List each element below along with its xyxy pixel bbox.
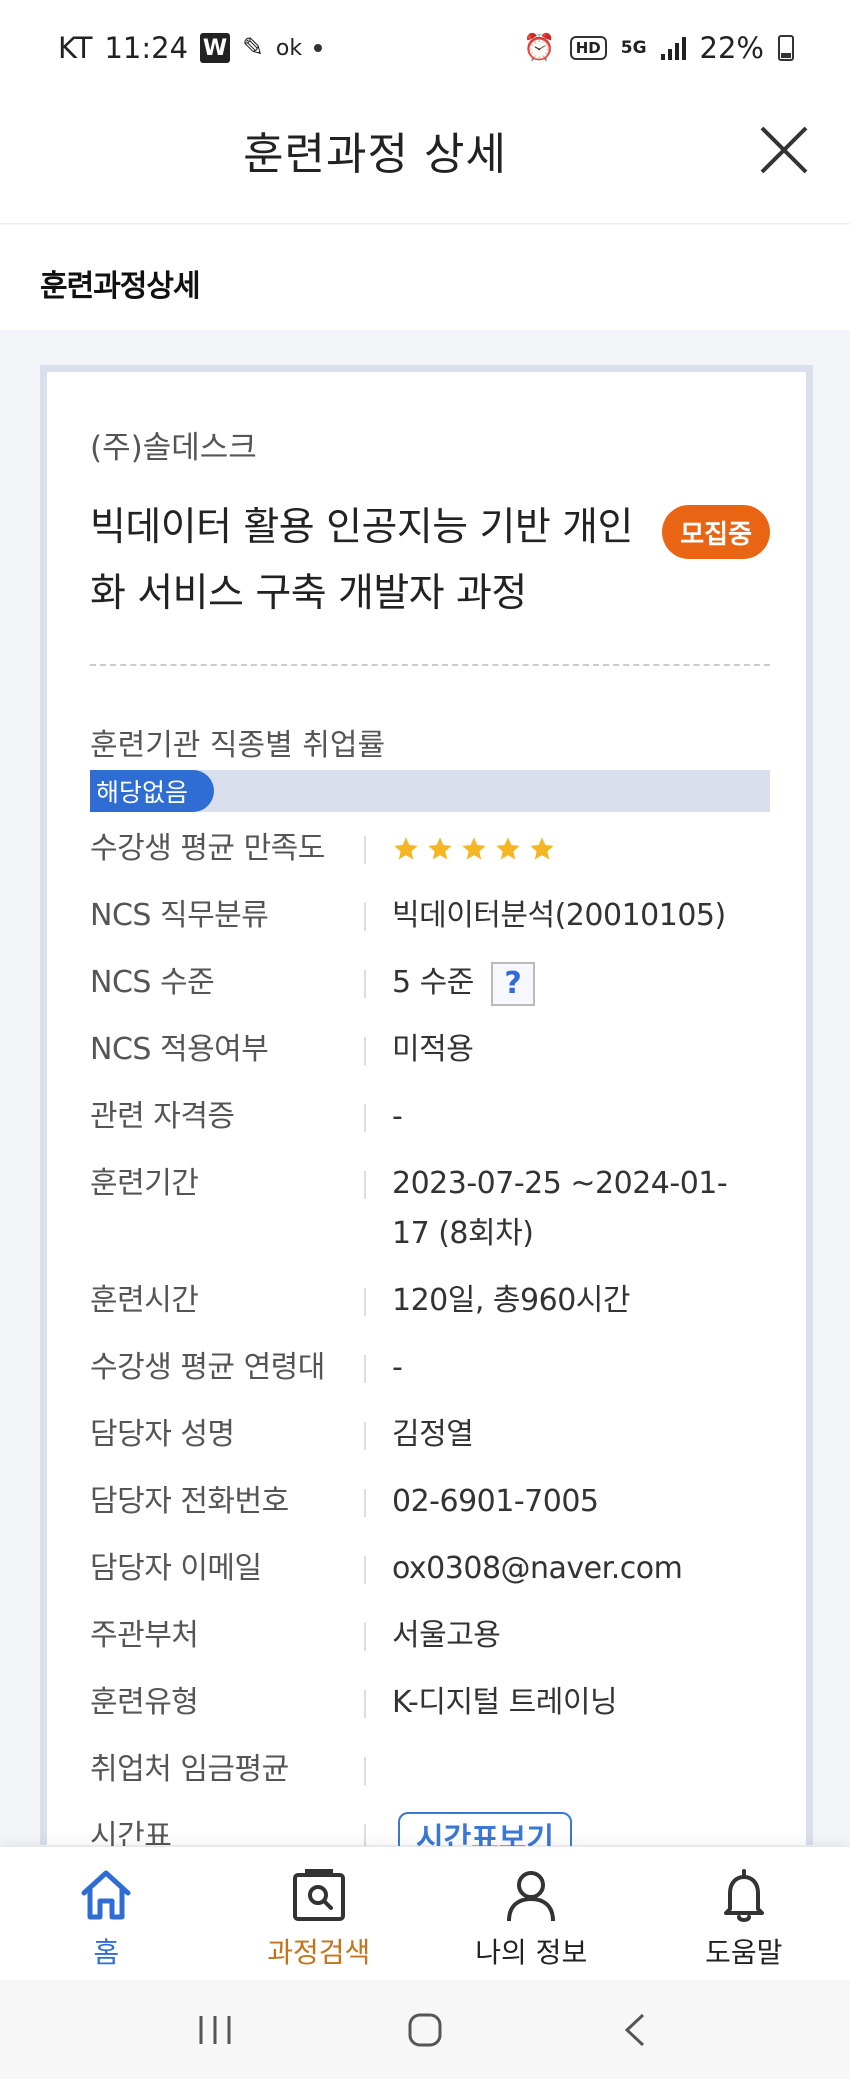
employment-rate-value: 해당없음 bbox=[90, 770, 215, 812]
page-title: 훈련과정 상세 bbox=[243, 129, 507, 180]
hd-icon: HD bbox=[569, 36, 607, 60]
carrier-text: KT bbox=[58, 31, 93, 65]
home-icon bbox=[81, 1870, 131, 1920]
phone-link[interactable]: 02-6901-7005 bbox=[360, 1477, 599, 1527]
employment-rate-bar: 해당없음 bbox=[90, 770, 770, 812]
back-icon bbox=[624, 2013, 645, 2046]
nav-profile-label: 나의 정보 bbox=[475, 1936, 588, 1969]
network-icon: 5G bbox=[620, 38, 647, 58]
divider bbox=[90, 664, 770, 666]
nav-search-label: 과정검색 bbox=[267, 1936, 371, 1969]
nav-home-label: 홈 bbox=[93, 1936, 120, 1969]
star-icon bbox=[530, 837, 554, 860]
signal-icon bbox=[660, 36, 686, 60]
ncs-level-value: 5 수준 bbox=[392, 965, 474, 1000]
help-button[interactable]: ? bbox=[490, 961, 535, 1006]
clock-text: 11:24 bbox=[104, 31, 189, 65]
star-icon bbox=[394, 837, 418, 860]
nav-course-search[interactable]: 과정검색 bbox=[213, 1847, 426, 1980]
info-row-email: 담당자 이메일 ox0308@naver.com bbox=[90, 1544, 770, 1594]
alarm-icon: ⏰ bbox=[523, 33, 556, 63]
info-row-wage: 취업처 임금평균 bbox=[90, 1745, 770, 1795]
course-search-icon bbox=[292, 1869, 345, 1921]
info-row-certificate: 관련 자격증 - bbox=[90, 1092, 770, 1142]
home-system-button[interactable] bbox=[395, 2000, 455, 2060]
battery-icon bbox=[778, 35, 794, 61]
nav-home[interactable]: 홈 bbox=[0, 1847, 213, 1980]
section-title: 훈련과정상세 bbox=[40, 269, 201, 304]
rating-stars bbox=[360, 824, 556, 874]
battery-text: 22% bbox=[699, 31, 764, 65]
section-header: 훈련과정상세 bbox=[0, 225, 850, 330]
status-bar: KT 11:24 W ✎ ok ⏰ HD 5G 22% bbox=[0, 0, 850, 92]
employment-rate-label: 훈련기관 직종별 취업률 bbox=[90, 728, 386, 763]
info-row-type: 훈련유형 K-디지털 트레이닝 bbox=[90, 1678, 770, 1728]
ok-text: ok bbox=[275, 35, 303, 61]
nav-my-info[interactable]: 나의 정보 bbox=[425, 1847, 638, 1980]
info-row-ncs-applied: NCS 적용여부 미적용 bbox=[90, 1025, 770, 1075]
recent-apps-icon bbox=[199, 2015, 231, 2044]
star-icon bbox=[462, 837, 486, 860]
back-button[interactable] bbox=[605, 2000, 665, 2060]
course-card: (주)솔데스크 빅데이터 활용 인공지능 기반 개인화 서비스 구축 개발자 과… bbox=[40, 365, 813, 1868]
info-row-ncs-level: NCS 수준 5 수준 ? bbox=[90, 958, 770, 1008]
info-row-manager: 담당자 성명 김정열 bbox=[90, 1410, 770, 1460]
info-row-ncs-class: NCS 직무분류 빅데이터분석(20010105) bbox=[90, 891, 770, 941]
email-link[interactable]: ox0308@naver.com bbox=[360, 1544, 683, 1594]
bottom-navigation: 홈 과정검색 나의 정보 도움말 bbox=[0, 1846, 850, 1980]
close-button[interactable] bbox=[746, 112, 822, 188]
nav-help[interactable]: 도움말 bbox=[638, 1847, 850, 1980]
notification-dot-icon bbox=[314, 44, 323, 52]
info-row-phone: 담당자 전화번호 02-6901-7005 bbox=[90, 1477, 770, 1527]
course-title: 빅데이터 활용 인공지능 기반 개인화 서비스 구축 개발자 과정 bbox=[90, 505, 633, 616]
person-icon bbox=[507, 1871, 556, 1922]
recruiting-badge: 모집중 bbox=[662, 505, 770, 559]
course-info-list: 수강생 평균 만족도 NCS 직무분류 빅데이터분석(20010105) NCS… bbox=[90, 824, 770, 1885]
recent-apps-button[interactable] bbox=[185, 2000, 245, 2060]
system-navigation-bar bbox=[0, 1980, 850, 2079]
bell-icon bbox=[723, 1869, 764, 1922]
info-row-period: 훈련기간 2023-07-25 ~2024-01-17 (8회차) bbox=[90, 1159, 770, 1259]
info-row-age: 수강생 평균 연령대 - bbox=[90, 1343, 770, 1393]
close-icon bbox=[760, 126, 808, 174]
nav-help-label: 도움말 bbox=[705, 1936, 783, 1969]
app-header: 훈련과정 상세 bbox=[0, 92, 850, 224]
info-row-hours: 훈련시간 120일, 총960시간 bbox=[90, 1276, 770, 1326]
w-app-icon: W bbox=[200, 33, 231, 63]
info-row-department: 주관부처 서울고용 bbox=[90, 1611, 770, 1661]
organization-name: (주)솔데스크 bbox=[90, 430, 257, 466]
star-icon bbox=[496, 837, 520, 860]
pen-icon: ✎ bbox=[242, 33, 264, 63]
home-circle-icon bbox=[408, 2013, 442, 2046]
info-row-satisfaction: 수강생 평균 만족도 bbox=[90, 824, 770, 874]
star-icon bbox=[428, 837, 452, 860]
